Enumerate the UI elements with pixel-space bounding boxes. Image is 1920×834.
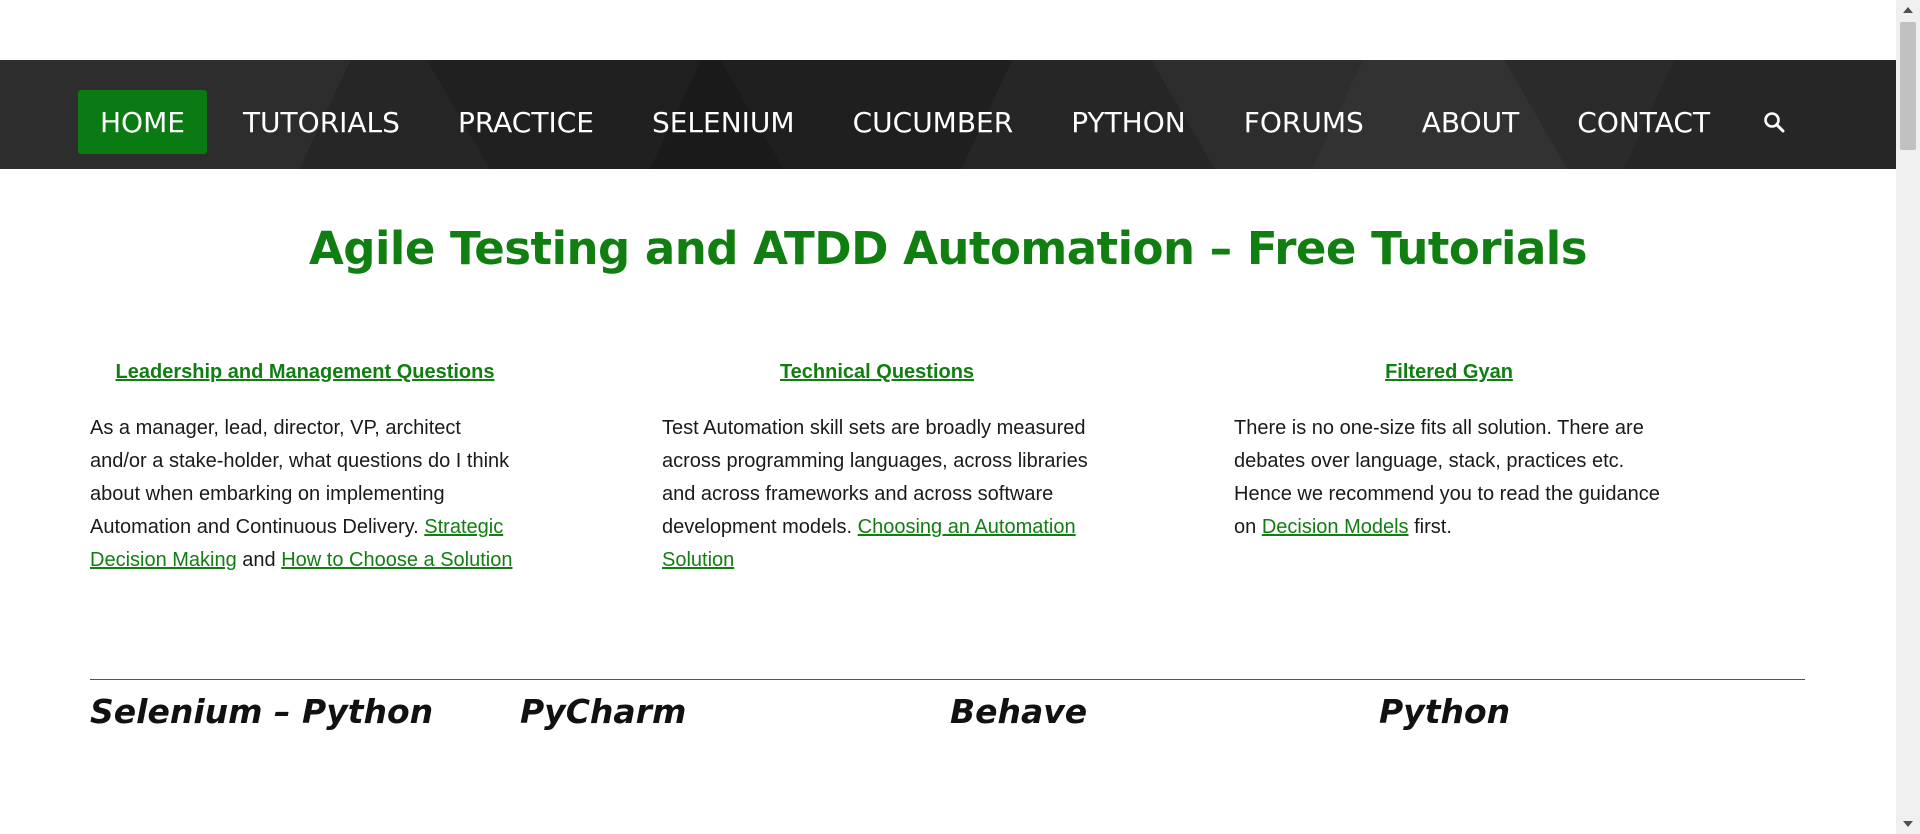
category-heading-behave[interactable]: Behave xyxy=(950,692,1087,731)
filtered-gyan-suffix: first. xyxy=(1408,516,1452,538)
nav-item-contact[interactable]: CONTACT xyxy=(1555,90,1732,154)
filtered-gyan-column: Filtered Gyan There is no one-size fits … xyxy=(1234,355,1664,544)
nav-item-selenium[interactable]: SELENIUM xyxy=(630,90,817,154)
leadership-questions-link[interactable]: Leadership and Management Questions xyxy=(90,361,520,384)
page-headline: Agile Testing and ATDD Automation – Free… xyxy=(308,222,1588,275)
how-to-choose-solution-link[interactable]: How to Choose a Solution xyxy=(281,549,512,571)
filtered-gyan-text: There is no one-size fits all solution. … xyxy=(1234,412,1664,544)
arrow-up-icon xyxy=(1903,7,1913,13)
technical-column: Technical Questions Test Automation skil… xyxy=(662,355,1092,577)
nav-item-cucumber[interactable]: CUCUMBER xyxy=(831,90,1036,154)
nav-item-python[interactable]: PYTHON xyxy=(1049,90,1208,154)
page: HOME TUTORIALS PRACTICE SELENIUM CUCUMBE… xyxy=(0,0,1896,834)
scroll-up-arrow[interactable] xyxy=(1896,0,1920,20)
search-button[interactable] xyxy=(1754,90,1794,154)
main-navbar: HOME TUTORIALS PRACTICE SELENIUM CUCUMBE… xyxy=(0,60,1896,169)
search-icon xyxy=(1764,112,1785,133)
filtered-gyan-link[interactable]: Filtered Gyan xyxy=(1234,361,1664,384)
leadership-text: As a manager, lead, director, VP, archit… xyxy=(90,412,520,577)
leadership-column: Leadership and Management Questions As a… xyxy=(90,355,520,577)
technical-text: Test Automation skill sets are broadly m… xyxy=(662,412,1092,577)
technical-questions-link[interactable]: Technical Questions xyxy=(662,361,1092,384)
arrow-down-icon xyxy=(1903,821,1913,827)
decision-models-link[interactable]: Decision Models xyxy=(1262,516,1409,538)
nav-item-about[interactable]: ABOUT xyxy=(1400,90,1542,154)
category-heading-python[interactable]: Python xyxy=(1379,692,1510,731)
category-heading-pycharm[interactable]: PyCharm xyxy=(520,692,686,731)
nav-item-tutorials[interactable]: TUTORIALS xyxy=(221,90,422,154)
scrollbar-thumb[interactable] xyxy=(1900,22,1916,150)
scroll-down-arrow[interactable] xyxy=(1896,814,1920,834)
nav-menu: HOME TUTORIALS PRACTICE SELENIUM CUCUMBE… xyxy=(78,90,1794,154)
category-heading-selenium-python[interactable]: Selenium – Python xyxy=(90,692,433,731)
nav-item-practice[interactable]: PRACTICE xyxy=(436,90,616,154)
vertical-scrollbar[interactable] xyxy=(1896,0,1920,834)
section-divider xyxy=(90,679,1805,680)
link-joiner: and xyxy=(236,549,282,571)
nav-item-home[interactable]: HOME xyxy=(78,90,207,154)
nav-item-forums[interactable]: FORUMS xyxy=(1222,90,1386,154)
